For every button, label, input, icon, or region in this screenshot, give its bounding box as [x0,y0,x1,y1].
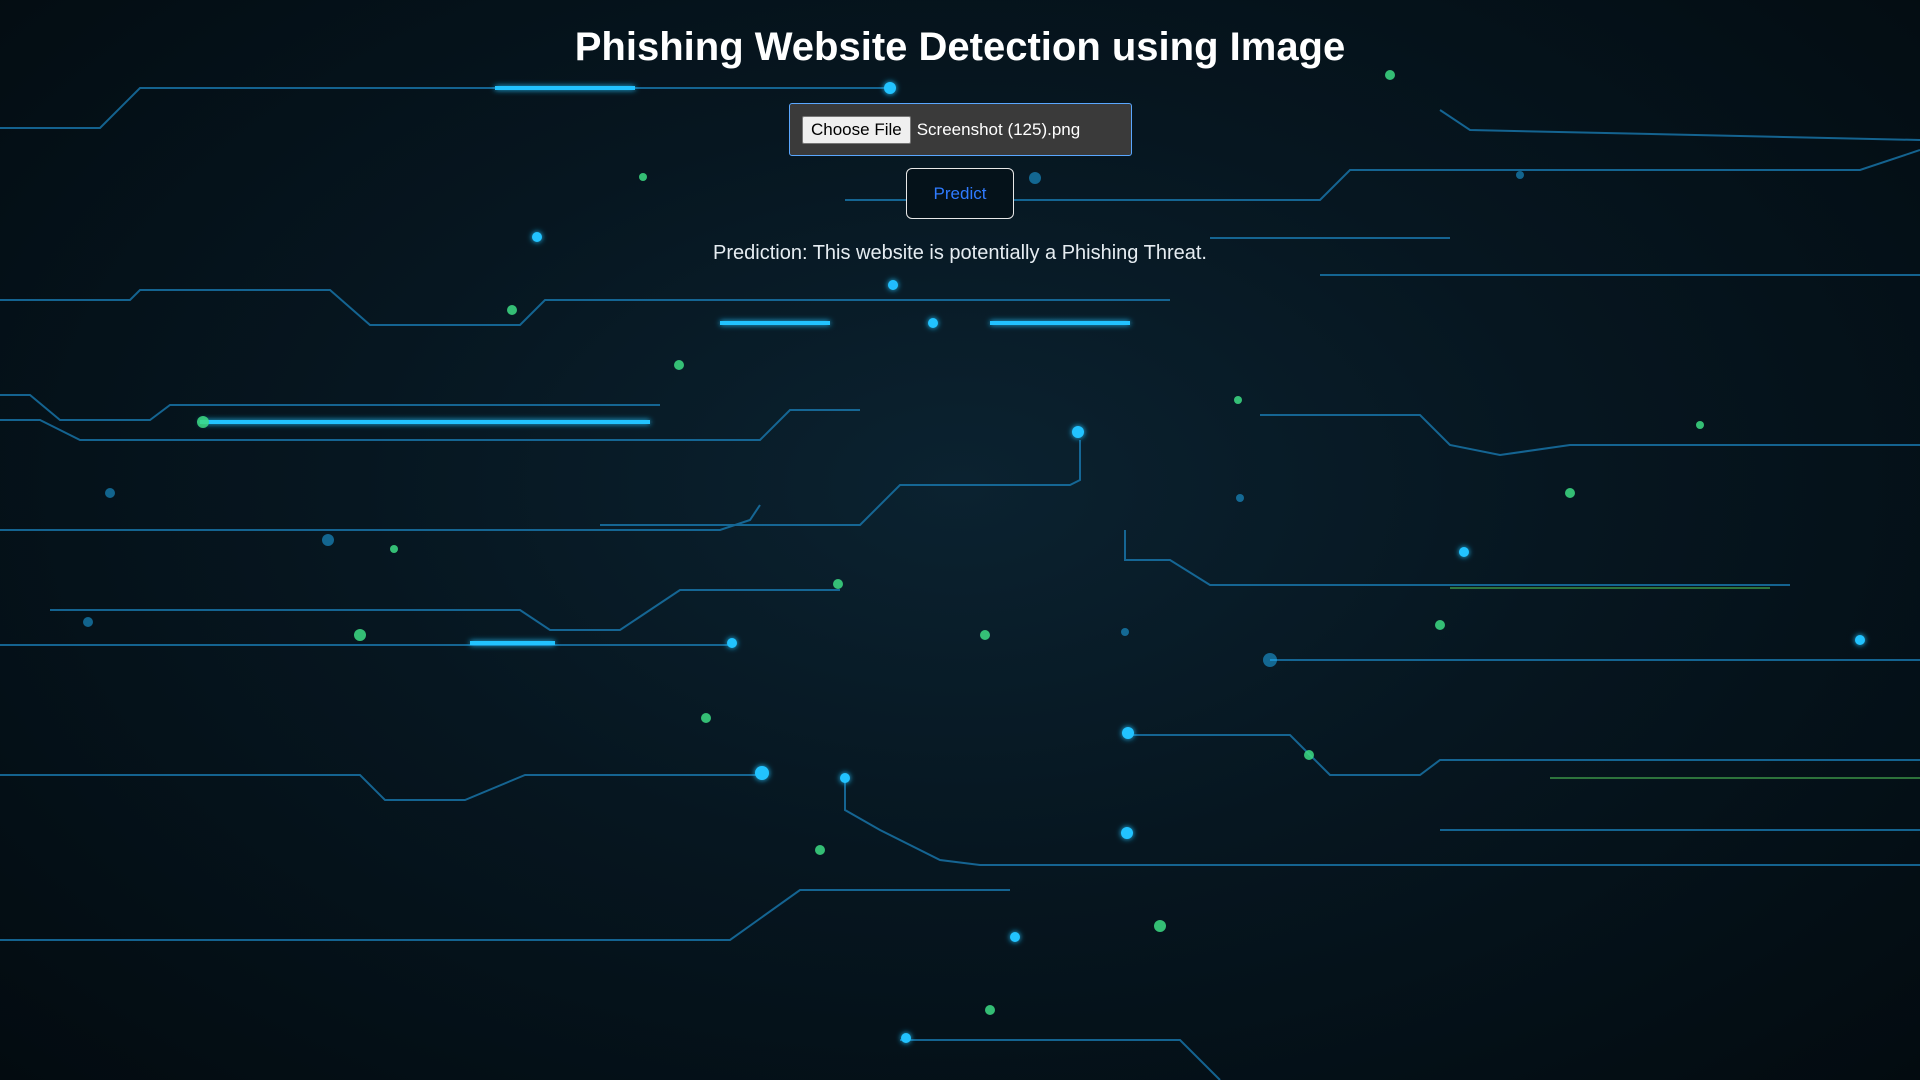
predict-button[interactable]: Predict [906,168,1014,219]
page-title: Phishing Website Detection using Image [574,25,1346,69]
circuit-background-graphic [0,70,1920,1080]
choose-file-button[interactable]: Choose File [802,115,911,144]
prediction-result: Prediction: This website is potentially … [713,242,1207,264]
main-content: Phishing Website Detection using Image [0,0,1920,70]
file-upload-field[interactable]: Choose File Screenshot (125).png [789,103,1132,156]
selected-file-name: Screenshot (125).png [916,119,1081,139]
circuit-background [0,0,1920,1080]
